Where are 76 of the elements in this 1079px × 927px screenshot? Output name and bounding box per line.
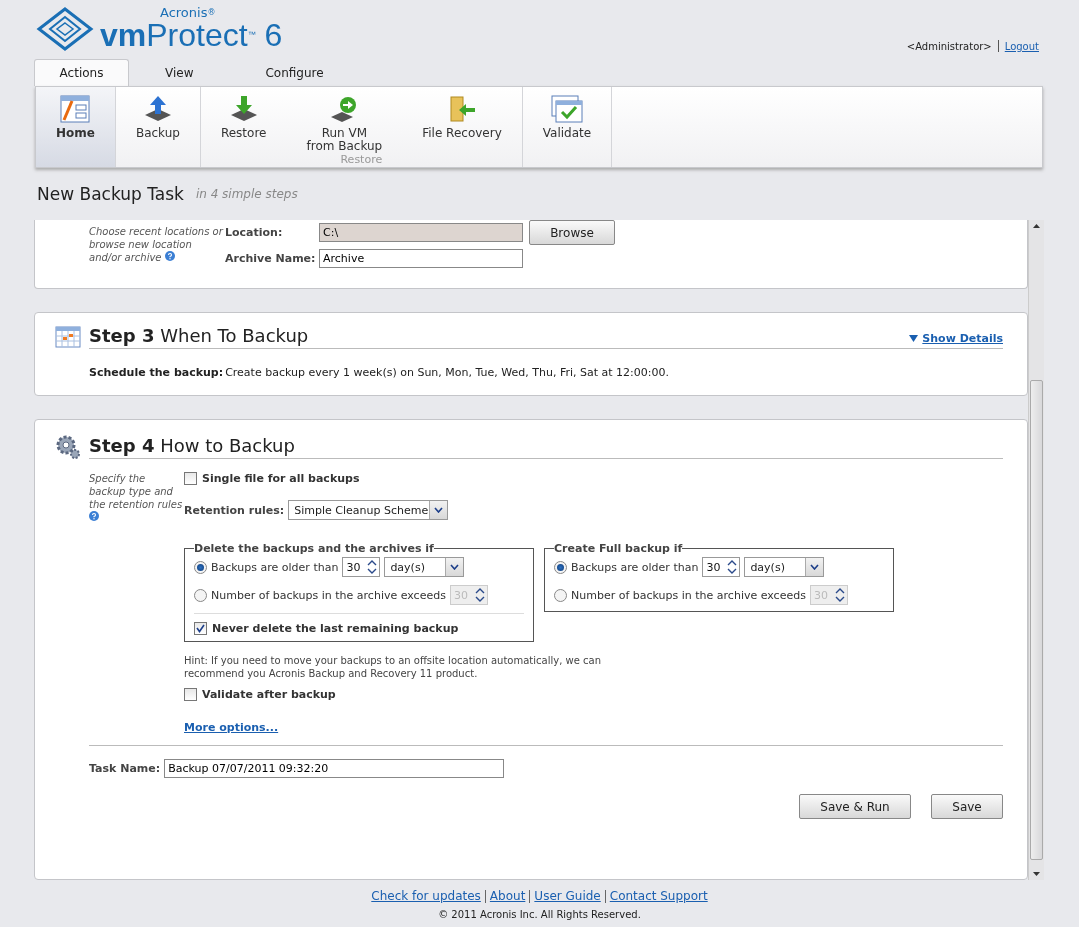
unit-select[interactable]: day(s) <box>384 557 465 577</box>
page-title: New Backup Task <box>37 184 184 204</box>
hint-text: Hint: If you need to move your backups to an offsite location automatically, we can recommend you Acronis Backup and Recovery 11 product. <box>184 654 602 680</box>
page-subtitle: in 4 simple steps <box>195 187 298 201</box>
caret-down-icon <box>450 564 460 570</box>
calendar-icon <box>55 326 81 348</box>
ribbon-button[interactable]: Run VM from Backup <box>286 87 403 153</box>
ribbon-button[interactable]: Restore <box>200 87 287 153</box>
checkbox[interactable] <box>194 622 207 635</box>
location-label: Location: <box>225 226 284 239</box>
option-label: Backups are older than <box>571 560 699 574</box>
caret-down-icon <box>810 564 820 570</box>
option-label: Backups are older than <box>211 560 339 574</box>
checkbox-label: Single file for all backups <box>202 472 360 485</box>
footer-link[interactable]: Check for updates <box>371 889 481 903</box>
brand-name: Acronis® <box>160 6 217 19</box>
show-details-link[interactable]: Show Details <box>922 332 1003 345</box>
menu-tab[interactable]: View <box>129 59 230 86</box>
radio-button[interactable] <box>194 560 207 574</box>
ribbon-button[interactable]: Backup <box>115 87 200 167</box>
schedule-label: Schedule the backup: <box>89 366 224 379</box>
task-name-field[interactable]: Backup 07/07/2011 09:32:20 <box>164 759 505 778</box>
action-button[interactable]: Save & Run <box>799 794 911 819</box>
logout-link[interactable]: Logout <box>1004 40 1039 52</box>
menu-tab[interactable]: Configure <box>229 59 360 86</box>
step-hint: Specify the backup type and the retention rules <box>89 472 184 734</box>
group-legend: Create Full backup if <box>554 542 683 555</box>
checkbox-label: Validate after backup <box>202 688 336 701</box>
location-field[interactable]: C:\ <box>319 223 523 242</box>
footer-link[interactable]: About <box>489 889 526 903</box>
unit-select[interactable]: day(s) <box>744 557 825 577</box>
help-icon <box>89 511 99 521</box>
window-check-icon <box>550 95 583 123</box>
step-hint: Choose recent locations or browse new location and/or archive <box>89 224 225 264</box>
retention-select[interactable]: Simple Cleanup Scheme <box>288 500 449 520</box>
browse-button[interactable]: Browse <box>529 220 615 245</box>
archive-name-label: Archive Name: <box>225 252 317 265</box>
number-spinner[interactable]: 30 <box>342 557 381 577</box>
folder-arrow-icon <box>447 95 477 123</box>
caret-down-icon <box>434 507 444 513</box>
logo-icon <box>36 6 94 51</box>
schedule-text: Create backup every 1 week(s) on Sun, Mon, Tue, Wed, Thu, Fri, Sat at 12:00:00. <box>225 366 669 379</box>
product-name: vmProtect™ 6 <box>100 19 283 51</box>
radio-button[interactable] <box>194 588 207 602</box>
checkbox-label: Never delete the last remaining backup <box>212 622 459 635</box>
number-spinner[interactable]: 30 <box>702 557 741 577</box>
copyright-text: © 2011 Acronis Inc. All Rights Reserved. <box>438 909 641 920</box>
footer-link[interactable]: User Guide <box>534 889 601 903</box>
option-label: Number of backups in the archive exceeds <box>211 588 446 602</box>
task-name-label: Task Name: <box>89 762 161 775</box>
checkbox[interactable] <box>184 472 197 485</box>
arrow-up-icon <box>1033 224 1040 228</box>
triangle-down-icon <box>909 335 919 342</box>
option-label: Number of backups in the archive exceeds <box>571 588 806 602</box>
arrow-down-icon <box>1033 872 1040 876</box>
radio-button[interactable] <box>554 560 567 574</box>
group-label: Restore <box>339 153 384 168</box>
home-window-icon <box>60 95 91 123</box>
checkbox[interactable] <box>184 688 197 701</box>
group-legend: Delete the backups and the archives if <box>194 542 434 555</box>
radio-button[interactable] <box>554 588 567 602</box>
retention-label: Retention rules: <box>184 503 285 517</box>
more-options-link[interactable]: More options... <box>184 721 279 734</box>
step-title: Step 4 How to Backup <box>89 435 295 456</box>
footer-link[interactable]: Contact Support <box>609 889 708 903</box>
ribbon-button[interactable]: File Recovery <box>402 87 522 153</box>
help-icon <box>164 250 175 261</box>
ribbon-button[interactable]: Validate <box>522 87 612 167</box>
action-button[interactable]: Save <box>931 794 1003 819</box>
ribbon-button[interactable]: Home <box>36 87 115 167</box>
menu-tab[interactable]: Actions <box>34 59 129 86</box>
archive-name-field[interactable]: Archive <box>319 249 523 268</box>
user-name: <Administrator> <box>906 40 992 52</box>
scrollbar-thumb[interactable] <box>1030 380 1043 860</box>
gears-icon <box>55 434 81 460</box>
step-title: Step 3 When To Backup <box>89 325 309 346</box>
